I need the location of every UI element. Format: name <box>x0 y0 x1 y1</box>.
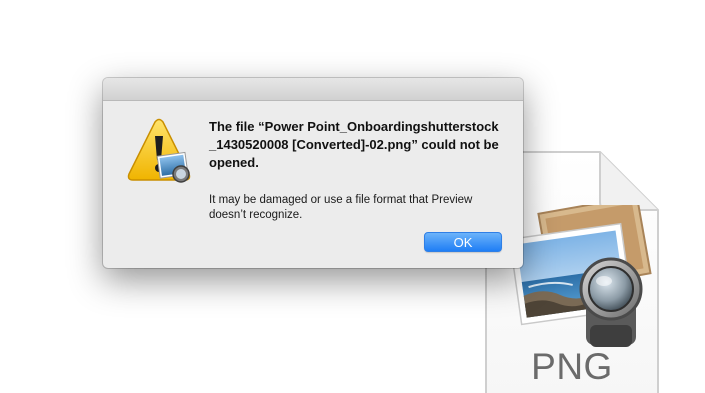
preview-badge-icon <box>156 151 190 183</box>
dialog-message: It may be damaged or use a file format t… <box>209 194 473 221</box>
file-extension-label: PNG <box>531 346 613 387</box>
preview-photo-icon <box>512 205 652 347</box>
warning-icon <box>127 118 191 183</box>
dialog-title: The file “Power Point_Onboardingshutters… <box>209 119 499 170</box>
screen: PNG The file “Power Point_Onboardingshut… <box>0 0 705 393</box>
dialog-titlebar[interactable] <box>103 78 523 101</box>
ok-button[interactable]: OK <box>424 232 502 252</box>
alert-dialog: The file “Power Point_Onboardingshutters… <box>103 78 523 268</box>
